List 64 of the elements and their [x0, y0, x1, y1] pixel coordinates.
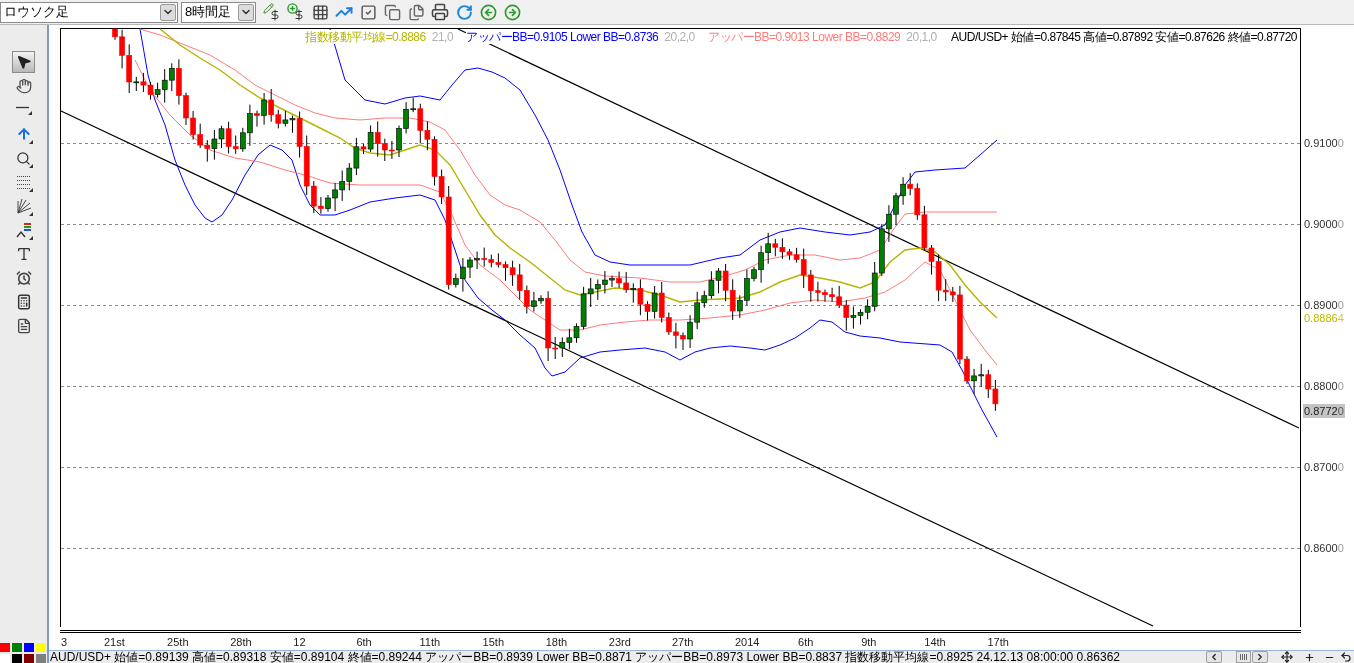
undo-button[interactable]	[1339, 651, 1353, 663]
copy-icon	[383, 3, 401, 21]
indicator-params: 20,2,0	[664, 30, 695, 44]
time-axis-label: 6th	[356, 635, 372, 649]
time-axis-label: 3	[61, 635, 68, 649]
price-axis-label: 0.86000	[1304, 541, 1344, 555]
time-axis-label: 11th	[419, 635, 441, 649]
time-axis-label: 27th	[671, 635, 694, 649]
scroll-right-button[interactable]	[1252, 651, 1268, 663]
time-axis-label: 9th	[861, 635, 877, 649]
plus-icon	[1303, 651, 1315, 663]
scroll-left-button[interactable]	[1206, 651, 1222, 663]
indicator-legend: アッパーBB=0.9105 Lower BB=0.8736	[466, 30, 659, 44]
price-axis-label: 0.91000	[1304, 136, 1344, 150]
color-swatch[interactable]	[24, 654, 34, 663]
timeframe-select[interactable]: 8時間足	[181, 1, 256, 23]
time-axis-label: 28th	[230, 635, 252, 649]
documents-icon	[407, 3, 425, 21]
refresh-icon	[455, 3, 473, 21]
price-axis-label: 0.87000	[1304, 460, 1344, 474]
move-icon	[1281, 651, 1293, 663]
color-swatch[interactable]	[12, 654, 22, 663]
chevron-right-icon	[1255, 652, 1265, 662]
printer-icon	[431, 3, 449, 21]
indicator-params: 21,0	[431, 30, 454, 44]
time-axis-label: 12	[293, 635, 306, 649]
checked-box-icon	[359, 3, 377, 21]
color-swatch[interactable]	[36, 643, 46, 652]
current-price-label: 0.87720	[1303, 404, 1345, 418]
color-swatch[interactable]	[24, 643, 34, 652]
print-button[interactable]	[429, 1, 451, 23]
time-axis-label: 25th	[167, 635, 189, 649]
pencil-dollar-icon	[263, 3, 281, 21]
status-quote: AUD/USD+ 始値=0.89139 高値=0.89318 安値=0.89104 終値=0.89244 アッパーBB=0.8939 Lower BB=0.8871 アッパーBB=0.8973 Lower BB=0.8837 指数移動平均線=0.8925 24.12.13 08:00:00 0.86362	[49, 651, 1120, 663]
indicator-legend: 指数移動平均線=0.8886	[305, 30, 426, 44]
time-axis-label: 21st	[104, 635, 125, 649]
time-axis-label: 2014	[735, 635, 760, 649]
indicator-legend: アッパーBB=0.9013 Lower BB=0.8829	[708, 30, 901, 44]
undo-icon	[1340, 651, 1352, 663]
chevron-left-icon	[1209, 652, 1219, 662]
grid-icon	[311, 3, 329, 21]
time-axis-label: 6th	[798, 635, 814, 649]
move-button[interactable]	[1280, 651, 1294, 663]
time-axis-label: 15th	[482, 635, 504, 649]
trend-line[interactable]	[60, 110, 1154, 627]
chevron-down-icon	[160, 3, 176, 21]
color-swatch[interactable]	[12, 643, 22, 652]
time-axis-label: 18th	[545, 635, 568, 649]
price-axis-label: 0.88000	[1304, 379, 1344, 393]
color-swatch[interactable]	[36, 654, 46, 663]
price-axis-label: 0.90000	[1304, 217, 1344, 231]
indicator-legend: AUD/USD+ 始値=0.87845 高値=0.87892 安値=0.87626 終値=0.87720	[951, 30, 1297, 44]
color-swatch[interactable]	[0, 643, 10, 652]
time-axis-label: 23rd	[608, 635, 631, 649]
chart-type-select[interactable]: ロウソク足	[0, 1, 178, 23]
chevron-down-icon	[238, 3, 254, 21]
scrollbar-thumb[interactable]	[1236, 651, 1251, 663]
trend-line[interactable]	[457, 28, 1300, 429]
moving-average-value-label: 0.88864	[1304, 312, 1344, 325]
plus-dollar-icon	[287, 3, 305, 21]
indicator-params: 20,1,0	[906, 30, 937, 44]
price-axis-label: 0.89000	[1304, 298, 1344, 312]
time-axis-label: 17th	[987, 635, 1009, 649]
time-axis-label: 14th	[924, 635, 946, 649]
